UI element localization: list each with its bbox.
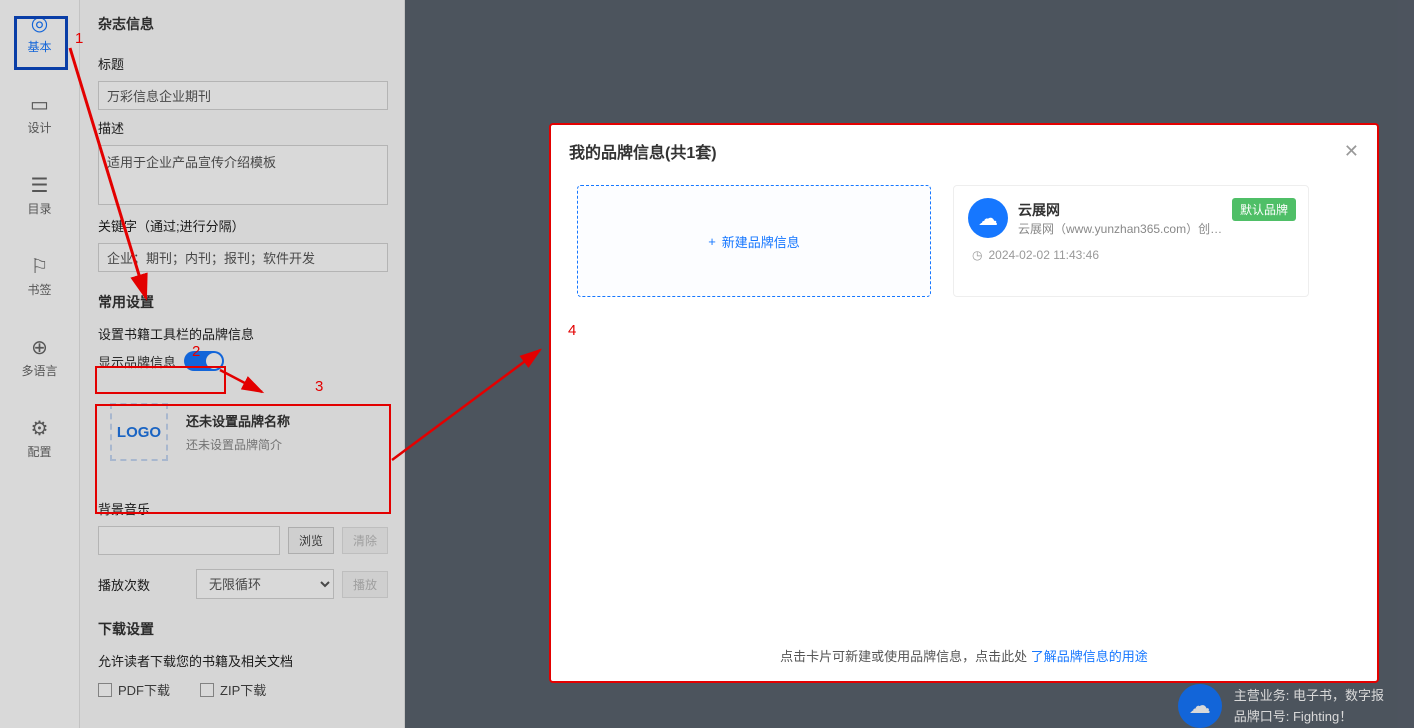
cloud-icon: ☁ [968,198,1008,238]
clock-icon: ◷ [972,248,982,262]
add-brand-label: 新建品牌信息 [722,232,800,251]
default-brand-badge: 默认品牌 [1232,198,1296,221]
brand-info-modal: 我的品牌信息(共1套) ✕ + 新建品牌信息 默认品牌 ☁ 云展网 云展网（ww… [549,123,1379,683]
add-brand-card[interactable]: + 新建品牌信息 [577,185,931,297]
learn-more-link[interactable]: 了解品牌信息的用途 [1031,649,1148,664]
brand-time: 2024-02-02 11:43:46 [988,248,1099,262]
annotation-number-4: 4 [568,322,576,339]
brand-info-card[interactable]: 默认品牌 ☁ 云展网 云展网（www.yunzhan365.com）创立于201… [953,185,1309,297]
modal-footer-text: 点击卡片可新建或使用品牌信息，点击此处 [780,649,1031,664]
brand-info-desc: 云展网（www.yunzhan365.com）创立于201... [1018,220,1228,237]
close-icon[interactable]: ✕ [1344,141,1359,162]
annotation-number-1: 1 [75,30,83,47]
modal-title: 我的品牌信息(共1套) [569,139,717,163]
annotation-number-2: 2 [192,343,200,360]
annotation-number-3: 3 [315,378,323,395]
brand-info-name: 云展网 [1018,200,1228,220]
plus-icon: + [708,234,716,249]
